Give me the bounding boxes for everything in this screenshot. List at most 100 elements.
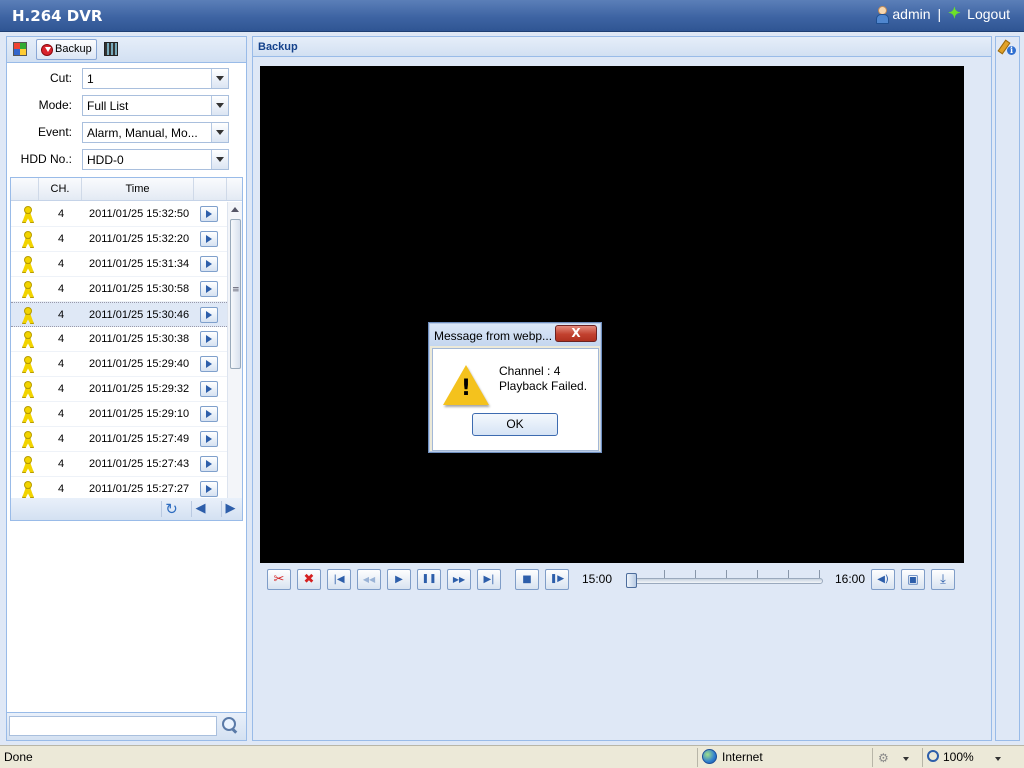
row-play-button[interactable] (200, 481, 218, 497)
delete-button[interactable] (297, 569, 321, 590)
film-strip-tab-icon[interactable] (104, 42, 118, 56)
first-frame-button[interactable] (327, 569, 351, 590)
col-action-header[interactable] (194, 178, 227, 200)
download-button[interactable] (931, 569, 955, 590)
table-row[interactable]: 4 2011/01/25 15:29:32 (11, 377, 227, 402)
row-play-button[interactable] (200, 206, 218, 222)
row-play-button[interactable] (200, 281, 218, 297)
hdd-select[interactable]: HDD-0 (82, 149, 229, 170)
row-channel: 4 (57, 483, 65, 495)
hdd-label: HDD No.: (20, 152, 72, 166)
motion-event-icon (20, 481, 34, 497)
row-channel: 4 (57, 458, 65, 470)
chevron-down-icon[interactable] (211, 123, 228, 142)
step-forward-button[interactable] (545, 569, 569, 590)
row-play-button[interactable] (200, 381, 218, 397)
row-time: 2011/01/25 15:30:46 (89, 309, 190, 321)
table-row[interactable]: 4 2011/01/25 15:29:10 (11, 402, 227, 427)
grid-toolbar: ↻ ◀ ▶ (10, 498, 243, 521)
col-event-header[interactable] (11, 178, 39, 200)
fast-forward-button[interactable] (447, 569, 471, 590)
snapshot-button[interactable] (901, 569, 925, 590)
last-frame-button[interactable] (477, 569, 501, 590)
scroll-up-icon[interactable] (231, 207, 239, 212)
play-button[interactable] (387, 569, 411, 590)
motion-event-icon (20, 456, 34, 472)
hdd-select-value: HDD-0 (87, 153, 124, 167)
row-time: 2011/01/25 15:29:10 (89, 408, 190, 420)
motion-event-icon (20, 381, 34, 397)
delete-cut-button[interactable] (267, 569, 291, 590)
prev-page-icon[interactable]: ◀ (191, 501, 209, 517)
table-row[interactable]: 4 2011/01/25 15:27:49 (11, 427, 227, 452)
browser-status-bar: Done Internet ⚙ 100% (0, 745, 1024, 768)
table-row[interactable]: 4 2011/01/25 15:29:40 (11, 352, 227, 377)
grid-scrollbar[interactable] (227, 202, 242, 520)
logout-link[interactable]: Logout (967, 6, 1010, 22)
security-zone[interactable]: Internet (697, 748, 862, 767)
row-play-button[interactable] (200, 331, 218, 347)
dialog-close-button[interactable]: X (555, 325, 597, 342)
video-display[interactable] (260, 66, 964, 563)
row-time: 2011/01/25 15:27:43 (89, 458, 190, 470)
row-play-button[interactable] (200, 356, 218, 372)
row-play-button[interactable] (200, 456, 218, 472)
ok-button[interactable]: OK (472, 413, 558, 436)
stop-button[interactable] (515, 569, 539, 590)
row-channel: 4 (57, 309, 65, 321)
col-channel-header[interactable]: CH. (39, 178, 82, 200)
pause-button[interactable] (417, 569, 441, 590)
timeline-slider[interactable] (634, 578, 823, 584)
chevron-down-icon[interactable] (995, 757, 1001, 761)
table-row[interactable]: 4 2011/01/25 15:31:34 (11, 252, 227, 277)
volume-button[interactable] (871, 569, 895, 590)
start-time-label: 15:00 (582, 572, 613, 586)
left-tab-strip: Backup (7, 37, 246, 63)
grid-header: CH. Time (11, 178, 242, 201)
table-row[interactable]: 4 2011/01/25 15:27:43 (11, 452, 227, 477)
table-row[interactable]: 4 2011/01/25 15:32:20 (11, 227, 227, 252)
rewind-button[interactable] (357, 569, 381, 590)
tab-backup[interactable]: Backup (36, 39, 97, 60)
event-row: Event: Alarm, Manual, Mo... (7, 122, 248, 144)
row-channel: 4 (57, 208, 65, 220)
row-play-button[interactable] (200, 231, 218, 247)
refresh-icon[interactable]: ↻ (161, 501, 179, 517)
row-time: 2011/01/25 15:32:50 (89, 208, 190, 220)
col-time-header[interactable]: Time (82, 178, 194, 200)
cut-label: Cut: (49, 71, 72, 85)
timeline-knob[interactable] (626, 573, 637, 588)
search-input[interactable] (9, 716, 217, 736)
row-time: 2011/01/25 15:30:38 (89, 333, 190, 345)
help-edit-icon[interactable] (1000, 40, 1016, 56)
search-icon[interactable] (221, 716, 239, 734)
row-play-button[interactable] (200, 307, 218, 323)
table-row[interactable]: 4 2011/01/25 15:30:38 (11, 327, 227, 352)
live-view-tab-icon[interactable] (13, 42, 27, 56)
row-play-button[interactable] (200, 431, 218, 447)
row-play-button[interactable] (200, 406, 218, 422)
chevron-down-icon[interactable] (211, 150, 228, 169)
row-channel: 4 (57, 408, 65, 420)
table-row[interactable]: 4 2011/01/25 15:30:46 (11, 302, 227, 327)
table-row[interactable]: 4 2011/01/25 15:32:50 (11, 202, 227, 227)
chevron-down-icon[interactable] (211, 96, 228, 115)
username-label[interactable]: admin (892, 6, 930, 22)
row-play-button[interactable] (200, 256, 218, 272)
zoom-control[interactable]: 100% (922, 748, 1022, 767)
dialog-message-line2: Playback Failed. (499, 379, 588, 393)
table-row[interactable]: 4 2011/01/25 15:30:58 (11, 277, 227, 302)
cut-select[interactable]: 1 (82, 68, 229, 89)
chevron-down-icon[interactable] (903, 757, 909, 761)
next-page-icon[interactable]: ▶ (221, 501, 239, 517)
dialog-title-bar[interactable]: Message from webp... X (430, 324, 600, 346)
main-panel-title: Backup (253, 37, 991, 57)
protected-mode[interactable]: ⚙ (872, 748, 912, 767)
main-panel: Backup 15:00 16:00 (252, 36, 992, 741)
mode-select[interactable]: Full List (82, 95, 229, 116)
row-channel: 4 (57, 383, 65, 395)
event-select[interactable]: Alarm, Manual, Mo... (82, 122, 229, 143)
logout-icon[interactable]: ✦ (948, 6, 962, 22)
scroll-thumb[interactable] (230, 219, 241, 369)
chevron-down-icon[interactable] (211, 69, 228, 88)
